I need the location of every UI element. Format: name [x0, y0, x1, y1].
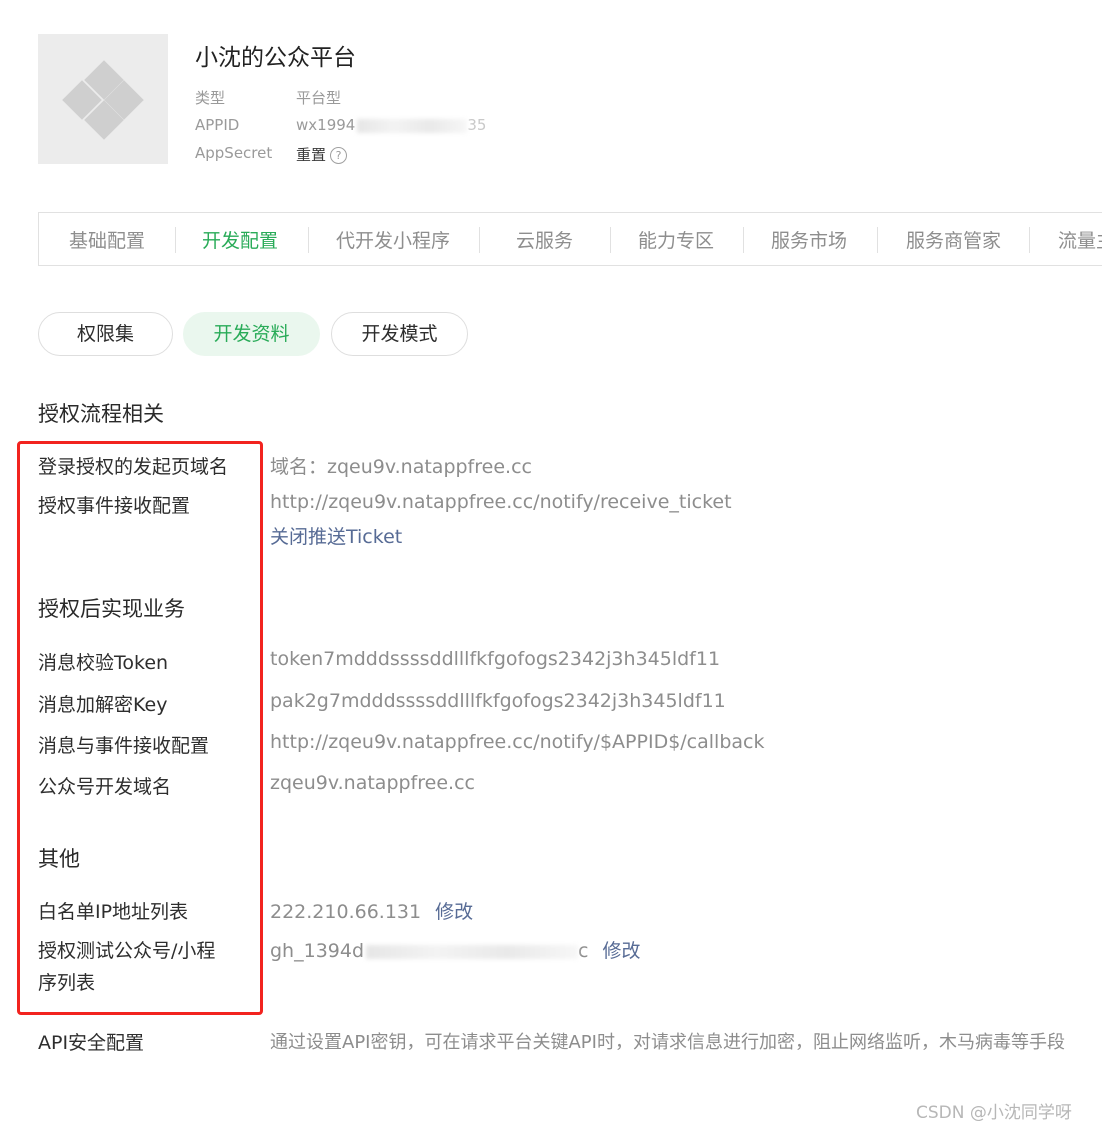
- token-value: token7mdddssssddlllfkfgofogs2342j3h345ld…: [270, 648, 721, 670]
- close-ticket-link[interactable]: 关闭推送Ticket: [270, 522, 402, 549]
- message-config-value: http://zqeu9v.natappfree.cc/notify/$APPI…: [270, 731, 765, 753]
- appid-visible-part: wx1994: [296, 116, 356, 134]
- tab-basic-config[interactable]: 基础配置: [69, 226, 145, 253]
- encrypt-key-value: pak2g7mdddssssddlllfkfgofogs2342j3h345ld…: [270, 690, 726, 712]
- test-account-redaction: [366, 944, 579, 959]
- ip-whitelist-text: 222.210.66.131: [270, 901, 422, 923]
- edit-test-accounts-button[interactable]: 修改: [603, 940, 641, 962]
- account-logo: [38, 34, 168, 164]
- edit-whitelist-button[interactable]: 修改: [435, 901, 473, 923]
- login-domain-value: 域名：zqeu9v.natappfree.cc: [270, 456, 532, 478]
- tab-divider: [610, 227, 611, 253]
- test-accounts-value: gh_1394d c 修改: [270, 936, 641, 963]
- tab-divider: [175, 227, 176, 253]
- secret-label: AppSecret: [195, 144, 273, 162]
- help-icon[interactable]: ?: [330, 147, 348, 164]
- tab-service-market[interactable]: 服务市场: [771, 226, 847, 253]
- watermark: CSDN @小沈同学呀: [916, 1103, 1072, 1123]
- main-tabs: 基础配置 开发配置 代开发小程序 云服务 能力专区 服务市场 服务商管家 流量主: [38, 212, 1102, 266]
- type-label: 类型: [195, 89, 226, 107]
- app-placeholder-icon: [62, 60, 144, 140]
- tab-traffic-host[interactable]: 流量主: [1058, 226, 1102, 253]
- test-account-id-tail: c: [578, 940, 589, 962]
- tab-capabilities[interactable]: 能力专区: [638, 226, 714, 253]
- section-title-auth-flow: 授权流程相关: [38, 402, 164, 426]
- subtab-dev-mode[interactable]: 开发模式: [331, 312, 468, 356]
- tab-divider: [1029, 227, 1030, 253]
- api-security-desc: 通过设置API密钥，可在请求平台关键API时，对请求信息进行加密，阻止网络监听，…: [270, 1032, 1065, 1053]
- appid-value: wx1994 35: [296, 116, 486, 134]
- appid-tail: 35: [467, 116, 487, 134]
- appid-label: APPID: [195, 116, 240, 134]
- account-name: 小沈的公众平台: [195, 45, 356, 71]
- secret-value: 重置?: [296, 144, 348, 165]
- tab-miniprogram-dev[interactable]: 代开发小程序: [336, 226, 450, 253]
- tab-cloud-service[interactable]: 云服务: [516, 226, 573, 253]
- subtab-dev-info[interactable]: 开发资料: [183, 312, 320, 356]
- reset-secret-button[interactable]: 重置: [296, 146, 326, 164]
- mp-domain-value: zqeu9v.natappfree.cc: [270, 772, 475, 794]
- tab-divider: [308, 227, 309, 253]
- ip-whitelist-value: 222.210.66.131 修改: [270, 897, 473, 924]
- type-value: 平台型: [296, 89, 342, 107]
- tab-divider: [877, 227, 878, 253]
- test-account-id-head: gh_1394d: [270, 940, 365, 962]
- appid-redaction: [357, 118, 468, 133]
- tab-provider-manager[interactable]: 服务商管家: [906, 226, 1001, 253]
- highlight-frame: [17, 441, 263, 1015]
- tab-dev-config[interactable]: 开发配置: [202, 226, 278, 253]
- event-config-value: http://zqeu9v.natappfree.cc/notify/recei…: [270, 491, 732, 513]
- tab-divider: [479, 227, 480, 253]
- tab-divider: [743, 227, 744, 253]
- api-security-label: API安全配置: [38, 1032, 145, 1054]
- subtab-permissions[interactable]: 权限集: [38, 312, 173, 356]
